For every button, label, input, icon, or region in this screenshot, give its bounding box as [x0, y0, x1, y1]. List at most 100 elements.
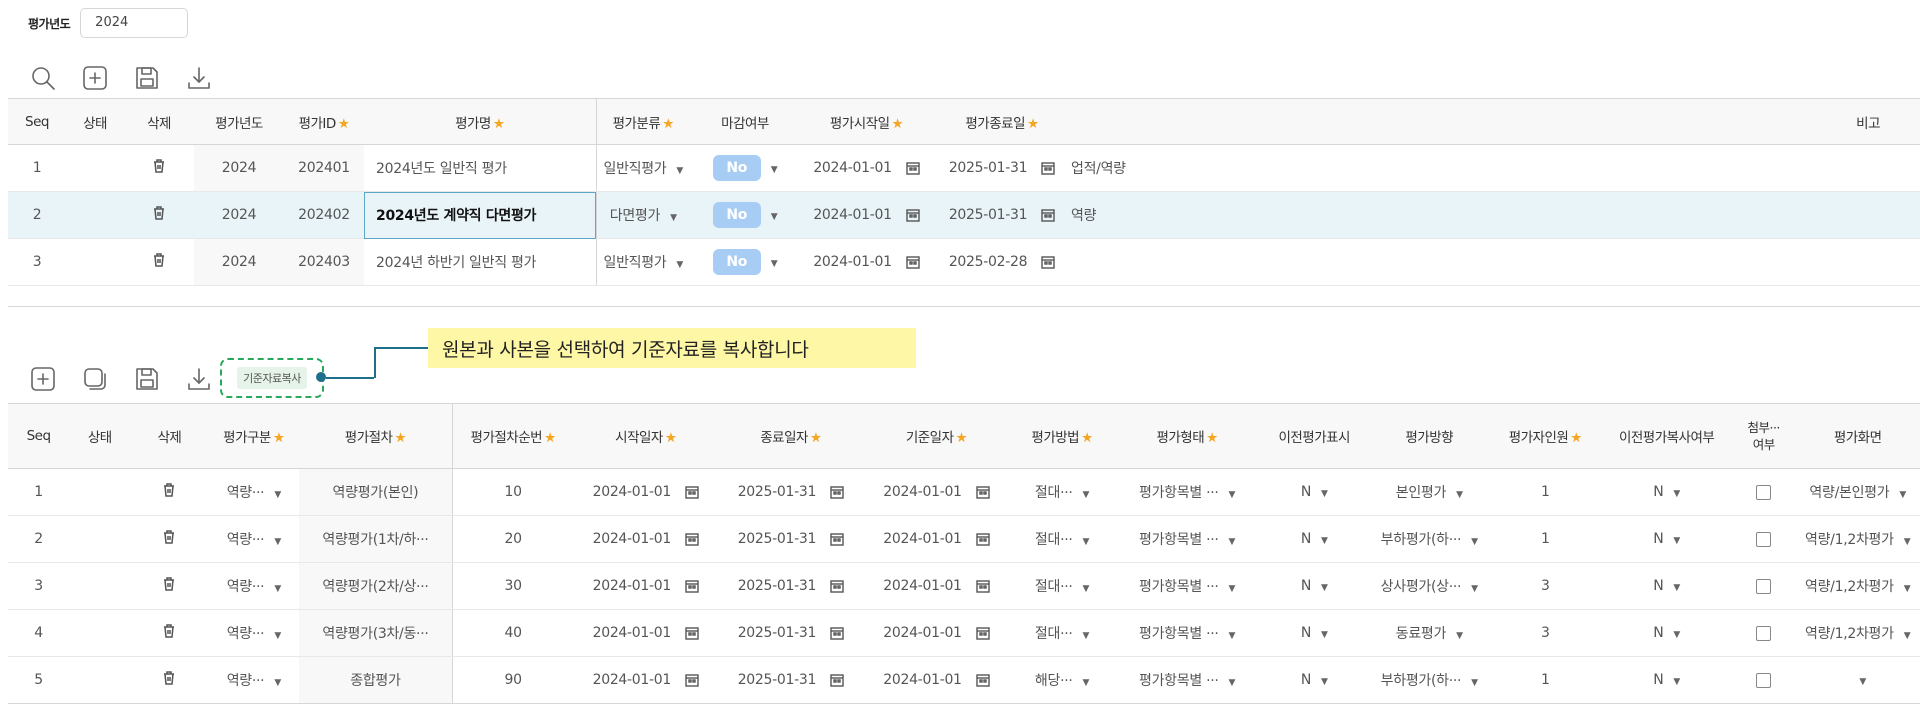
download-button[interactable]	[184, 63, 214, 93]
chevron-down-icon[interactable]: ▼	[670, 213, 677, 223]
add-row-button[interactable]	[28, 364, 58, 394]
cell-order[interactable]: 10	[452, 468, 574, 516]
cell-prev-show[interactable]: N ▼	[1259, 609, 1370, 657]
col-delete[interactable]: 삭제	[124, 98, 194, 145]
cell-end[interactable]: 2025-01-31	[718, 515, 864, 563]
calendar-icon[interactable]	[975, 673, 990, 687]
chevron-down-icon[interactable]: ▼	[1321, 630, 1328, 640]
cell-end[interactable]: 2025-01-31	[933, 144, 1071, 192]
chevron-down-icon[interactable]: ▼	[1321, 677, 1328, 687]
cell-prev-copy[interactable]: N ▼	[1601, 656, 1733, 704]
cell-note[interactable]	[1071, 238, 1920, 286]
calendar-icon[interactable]	[1041, 161, 1055, 175]
add-row-button[interactable]	[80, 63, 110, 93]
chevron-down-icon[interactable]: ▼	[1471, 584, 1478, 594]
cell-start[interactable]: 2024-01-01	[573, 515, 719, 563]
chevron-down-icon[interactable]: ▼	[771, 165, 778, 175]
attach-checkbox[interactable]	[1756, 484, 1772, 500]
table-row[interactable]: 1 역량··· ▼ 역량평가(본인) 10 2024-01-01 2025-01-31 202…	[8, 468, 1920, 516]
cell-base[interactable]: 2024-01-01	[863, 468, 1010, 516]
cell-end[interactable]: 2025-01-31	[718, 656, 864, 704]
cell-name[interactable]: 2024년 하반기 일반직 평가	[364, 238, 597, 286]
chevron-down-icon[interactable]: ▼	[1229, 678, 1236, 688]
closed-toggle[interactable]: No	[712, 249, 761, 275]
col-prev-show[interactable]: 이전평가표시	[1259, 403, 1370, 469]
calendar-icon[interactable]	[975, 626, 990, 640]
cell-start[interactable]: 2024-01-01	[800, 191, 933, 239]
col-raters[interactable]: 평가자인원 ★	[1489, 403, 1602, 469]
chevron-down-icon[interactable]: ▼	[1083, 537, 1090, 547]
chevron-down-icon[interactable]: ▼	[1471, 678, 1478, 688]
col-direction[interactable]: 평가방향	[1369, 403, 1490, 469]
calendar-icon[interactable]	[830, 532, 844, 546]
cell-start[interactable]: 2024-01-01	[800, 238, 933, 286]
trash-icon[interactable]	[162, 529, 176, 545]
chevron-down-icon[interactable]: ▼	[1899, 490, 1906, 500]
cell-type[interactable]: 역량··· ▼	[208, 562, 300, 610]
calendar-icon[interactable]	[1041, 208, 1055, 222]
chevron-down-icon[interactable]: ▼	[1083, 584, 1090, 594]
cell-start[interactable]: 2024-01-01	[573, 562, 719, 610]
cell-form[interactable]: 평가항목별 ··· ▼	[1114, 562, 1260, 610]
col-end[interactable]: 종료일자 ★	[718, 403, 864, 469]
cell-prev-copy[interactable]: N ▼	[1601, 468, 1733, 516]
cell-prev-copy[interactable]: N ▼	[1601, 515, 1733, 563]
closed-toggle[interactable]: No	[712, 155, 761, 181]
cell-end[interactable]: 2025-01-31	[718, 562, 864, 610]
calendar-icon[interactable]	[830, 673, 844, 687]
cell-prev-show[interactable]: N ▼	[1259, 656, 1370, 704]
cell-delete[interactable]	[124, 238, 194, 286]
table-row[interactable]: 5 역량··· ▼ 종합평가 90 2024-01-01 2025-01-31 2024-01…	[8, 656, 1920, 704]
cell-type[interactable]: 역량··· ▼	[208, 515, 300, 563]
chevron-down-icon[interactable]: ▼	[1321, 583, 1328, 593]
chevron-down-icon[interactable]: ▼	[676, 260, 683, 270]
cell-name[interactable]: 2024년도 계약직 다면평가	[364, 191, 597, 239]
col-year[interactable]: 평가년도	[194, 98, 284, 145]
col-closed[interactable]: 마감여부	[690, 98, 800, 145]
cell-type[interactable]: 역량··· ▼	[208, 656, 300, 704]
cell-prev-copy[interactable]: N ▼	[1601, 609, 1733, 657]
chevron-down-icon[interactable]: ▼	[1904, 584, 1911, 594]
cell-attach[interactable]	[1732, 562, 1796, 610]
calendar-icon[interactable]	[685, 485, 699, 499]
col-prev-copy[interactable]: 이전평가복사여부	[1601, 403, 1733, 469]
chevron-down-icon[interactable]: ▼	[676, 166, 683, 176]
col-attach[interactable]: 첨부··· 여부	[1732, 403, 1796, 469]
cell-raters[interactable]: 1	[1489, 468, 1602, 516]
cell-note[interactable]: 업적/역량	[1071, 144, 1920, 192]
table-row[interactable]: 2 2024 202402 2024년도 계약직 다면평가 다면평가 ▼ No ▼ 2024-0…	[8, 191, 1920, 239]
col-step[interactable]: 평가절차 ★	[299, 403, 453, 469]
col-name[interactable]: 평가명 ★	[364, 98, 597, 145]
col-status[interactable]: 상태	[66, 98, 124, 145]
save-button[interactable]	[132, 364, 162, 394]
col-form[interactable]: 평가형태 ★	[1114, 403, 1260, 469]
cell-category[interactable]: 일반직평가 ▼	[596, 144, 690, 192]
trash-icon[interactable]	[162, 670, 176, 686]
cell-prev-show[interactable]: N ▼	[1259, 562, 1370, 610]
col-screen[interactable]: 평가화면	[1795, 403, 1920, 469]
trash-icon[interactable]	[152, 205, 166, 221]
chevron-down-icon[interactable]: ▼	[1904, 537, 1911, 547]
closed-toggle[interactable]: No	[712, 202, 761, 228]
cell-prev-copy[interactable]: N ▼	[1601, 562, 1733, 610]
cell-base[interactable]: 2024-01-01	[863, 656, 1010, 704]
cell-end[interactable]: 2025-01-31	[718, 468, 864, 516]
table-row[interactable]: 3 역량··· ▼ 역량평가(2차/상··· 30 2024-01-01 2025-01-3…	[8, 562, 1920, 610]
cell-direction[interactable]: 부하평가(하··· ▼	[1369, 656, 1490, 704]
cell-method[interactable]: 절대··· ▼	[1009, 562, 1115, 610]
cell-category[interactable]: 다면평가 ▼	[596, 191, 690, 239]
chevron-down-icon[interactable]: ▼	[1904, 631, 1911, 641]
copy-base-data-button[interactable]: 기준자료복사	[220, 358, 324, 398]
cell-prev-show[interactable]: N ▼	[1259, 468, 1370, 516]
cell-method[interactable]: 절대··· ▼	[1009, 468, 1115, 516]
calendar-icon[interactable]	[905, 161, 920, 175]
chevron-down-icon[interactable]: ▼	[274, 490, 281, 500]
year-filter-input[interactable]: 2024	[80, 8, 189, 38]
chevron-down-icon[interactable]: ▼	[1673, 583, 1680, 593]
cell-form[interactable]: 평가항목별 ··· ▼	[1114, 515, 1260, 563]
chevron-down-icon[interactable]: ▼	[771, 212, 778, 222]
chevron-down-icon[interactable]: ▼	[1083, 631, 1090, 641]
chevron-down-icon[interactable]: ▼	[1321, 536, 1328, 546]
attach-checkbox[interactable]	[1756, 672, 1772, 688]
copy-row-button[interactable]	[80, 364, 110, 394]
